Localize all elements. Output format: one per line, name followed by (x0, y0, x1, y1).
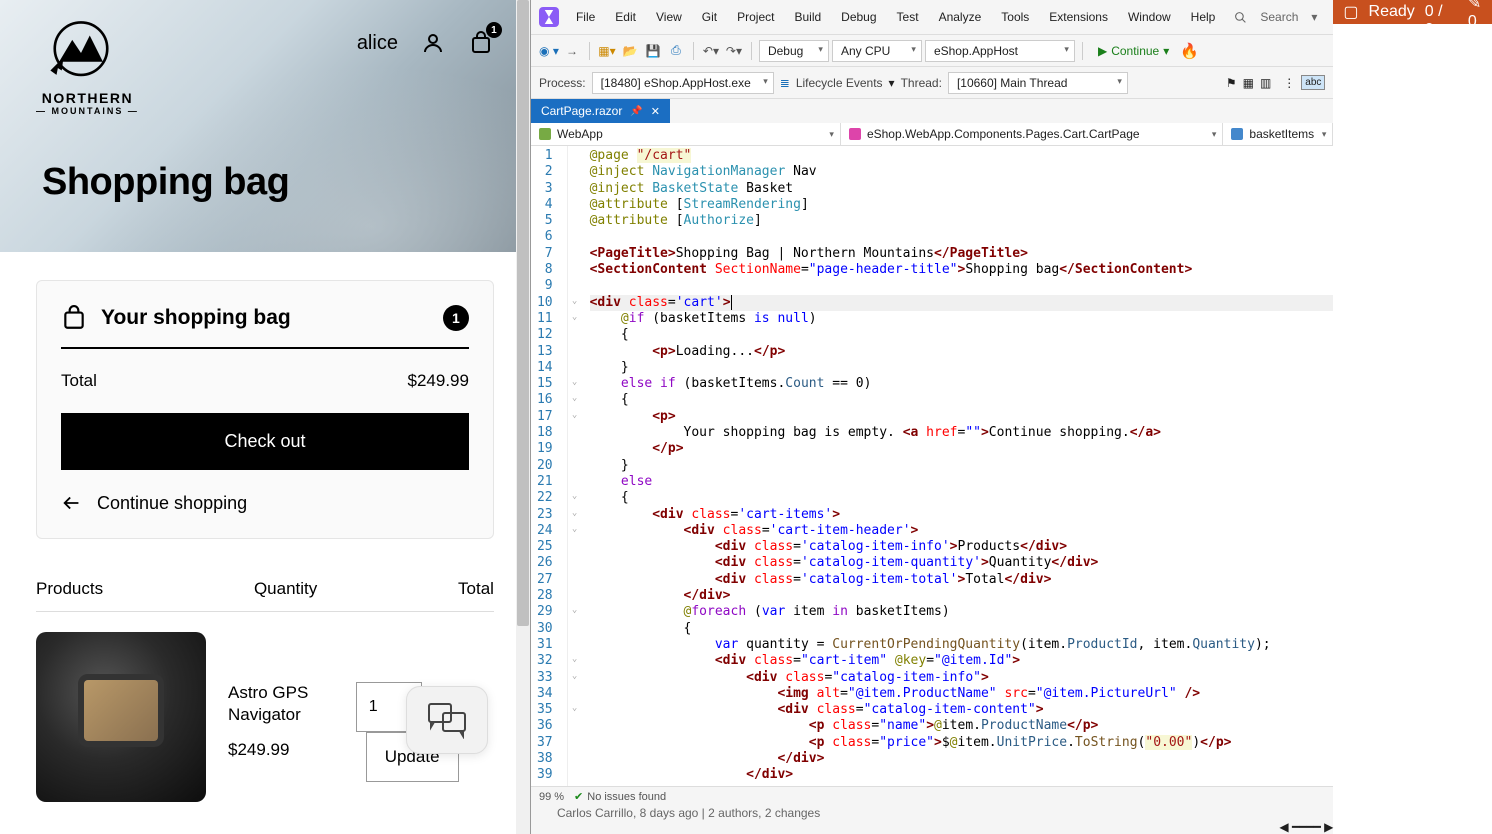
menu-bar: File Edit View Git Project Build Debug T… (531, 0, 1333, 35)
menu-extensions[interactable]: Extensions (1040, 7, 1117, 27)
col-total: Total (424, 579, 494, 599)
nav-counter[interactable]: ↑↓ 0 / 0 (1425, 0, 1452, 39)
lifecycle-label[interactable]: Lifecycle Events (796, 76, 883, 90)
menu-git[interactable]: Git (693, 7, 726, 27)
brand-tagline: — MOUNTAINS — (36, 106, 139, 116)
menu-file[interactable]: File (567, 7, 604, 27)
nav-back-icon[interactable]: ◉ ▾ (539, 41, 559, 61)
menu-build[interactable]: Build (785, 7, 830, 27)
menu-view[interactable]: View (647, 7, 691, 27)
tab-label: CartPage.razor (541, 104, 622, 118)
file-tab[interactable]: CartPage.razor 📌 ✕ (531, 99, 670, 123)
checkout-button[interactable]: Check out (61, 413, 469, 470)
menu-edit[interactable]: Edit (606, 7, 645, 27)
continue-label: Continue shopping (97, 493, 247, 514)
zoom-level[interactable]: 99 % (539, 791, 564, 803)
col-quantity: Quantity (254, 579, 424, 599)
git-blame[interactable]: Carlos Carrillo, 8 days ago | 2 authors,… (557, 806, 1333, 820)
menu-window[interactable]: Window (1119, 7, 1180, 27)
menu-tools[interactable]: Tools (992, 7, 1038, 27)
lifecycle-icon[interactable]: ≣ (780, 76, 790, 90)
process-label: Process: (539, 76, 586, 90)
hero-banner: NORTHERN — MOUNTAINS — alice 1 Shopping … (0, 0, 530, 252)
brand-logo[interactable]: NORTHERN — MOUNTAINS — (36, 18, 139, 116)
total-value: $249.99 (408, 371, 469, 391)
page-title: Shopping bag (42, 161, 289, 204)
username-link[interactable]: alice (357, 32, 398, 55)
arrow-left-icon (61, 492, 83, 514)
menu-help[interactable]: Help (1182, 7, 1225, 27)
brand-name: NORTHERN (36, 90, 139, 106)
nav-bar: WebApp eShop.WebApp.Components.Pages.Car… (531, 123, 1333, 146)
hot-reload-icon[interactable]: 🔥 (1180, 42, 1199, 60)
chat-button[interactable] (406, 686, 488, 754)
continue-button[interactable]: ▶ Continue ▾ (1090, 41, 1177, 61)
abc-badge[interactable]: abc (1301, 75, 1325, 90)
bag-icon (61, 305, 87, 331)
thread-dropdown[interactable]: [10660] Main Thread (948, 72, 1128, 94)
member-dropdown[interactable]: basketItems (1223, 123, 1333, 145)
card-header: Your shopping bag 1 (61, 305, 469, 349)
close-tab-icon[interactable]: ✕ (651, 105, 660, 118)
code-content[interactable]: @page "/cart"@inject NavigationManager N… (582, 146, 1334, 786)
startup-dropdown[interactable]: eShop.AppHost (925, 40, 1075, 62)
vs-status-bar: ▢ Ready ↑↓ 0 / 0 ✎ 0 (1333, 0, 1492, 24)
search-box[interactable]: Search ▾ (1226, 4, 1325, 30)
product-name: Astro GPS Navigator (228, 682, 340, 726)
error-counter[interactable]: ✎ 0 (1468, 0, 1482, 31)
product-thumbnail[interactable] (36, 632, 206, 802)
thread-label: Thread: (901, 76, 942, 90)
top-nav: alice 1 (357, 30, 494, 56)
col-products: Products (36, 579, 254, 599)
undo-icon[interactable]: ↶▾ (701, 41, 721, 61)
editor-status-bar: 99 % ✔No issues found (531, 786, 1333, 806)
stack2-icon[interactable]: ▥ (1260, 76, 1271, 90)
line-numbers: 1234567891011121314151617181920212223242… (531, 146, 568, 786)
flag-icon[interactable]: ⚑ (1226, 76, 1237, 90)
search-icon (1234, 11, 1247, 24)
menu-analyze[interactable]: Analyze (930, 7, 991, 27)
save-all-icon[interactable]: ⎙ (666, 41, 686, 61)
continue-shopping-link[interactable]: Continue shopping (61, 470, 469, 514)
total-label: Total (61, 371, 97, 391)
process-dropdown[interactable]: [18480] eShop.AppHost.exe (592, 72, 774, 94)
user-icon[interactable] (420, 30, 446, 56)
redo-icon[interactable]: ↷▾ (724, 41, 744, 61)
cart-icon[interactable]: 1 (468, 30, 494, 56)
cart-badge: 1 (486, 22, 502, 38)
visual-studio-pane: File Edit View Git Project Build Debug T… (530, 0, 1333, 834)
vs-logo-icon[interactable] (539, 7, 559, 27)
cart-summary-card: Your shopping bag 1 Total $249.99 Check … (36, 280, 494, 539)
scrollbar[interactable] (516, 0, 530, 834)
debug-toolbar: Process: [18480] eShop.AppHost.exe ≣ Lif… (531, 67, 1333, 99)
overflow-icon[interactable]: ⋮ (1283, 76, 1295, 90)
issues-indicator[interactable]: ✔No issues found (574, 790, 666, 803)
pin-icon[interactable]: 📌 (630, 106, 642, 117)
menu-debug[interactable]: Debug (832, 7, 885, 27)
webapp-pane: NORTHERN — MOUNTAINS — alice 1 Shopping … (0, 0, 530, 834)
output-icon[interactable]: ▢ (1343, 2, 1358, 22)
code-editor[interactable]: 1234567891011121314151617181920212223242… (531, 146, 1333, 786)
open-icon[interactable]: 📂 (620, 41, 640, 61)
card-title: Your shopping bag (101, 306, 429, 330)
items-header: Products Quantity Total (36, 567, 494, 612)
status-ready: Ready (1369, 3, 1415, 21)
total-row: Total $249.99 (61, 349, 469, 413)
class-dropdown[interactable]: eShop.WebApp.Components.Pages.Cart.CartP… (841, 123, 1223, 145)
new-project-icon[interactable]: ▦▾ (597, 41, 617, 61)
project-dropdown[interactable]: WebApp (531, 123, 841, 145)
save-icon[interactable]: 💾 (643, 41, 663, 61)
nav-fwd-icon[interactable]: → (562, 41, 582, 61)
stack-icon[interactable]: ▦ (1243, 76, 1254, 90)
standard-toolbar: ◉ ▾ → ▦▾ 📂 💾 ⎙ ↶▾ ↷▾ Debug Any CPU eShop… (531, 35, 1333, 67)
product-price: $249.99 (228, 740, 340, 760)
platform-dropdown[interactable]: Any CPU (832, 40, 922, 62)
item-count-badge: 1 (443, 305, 469, 331)
menu-project[interactable]: Project (728, 7, 783, 27)
fold-column[interactable]: ⌄⌄⌄⌄⌄⌄⌄⌄⌄⌄⌄⌄ (568, 146, 582, 786)
tab-strip: CartPage.razor 📌 ✕ (531, 99, 1333, 123)
menu-test[interactable]: Test (888, 7, 928, 27)
config-dropdown[interactable]: Debug (759, 40, 829, 62)
